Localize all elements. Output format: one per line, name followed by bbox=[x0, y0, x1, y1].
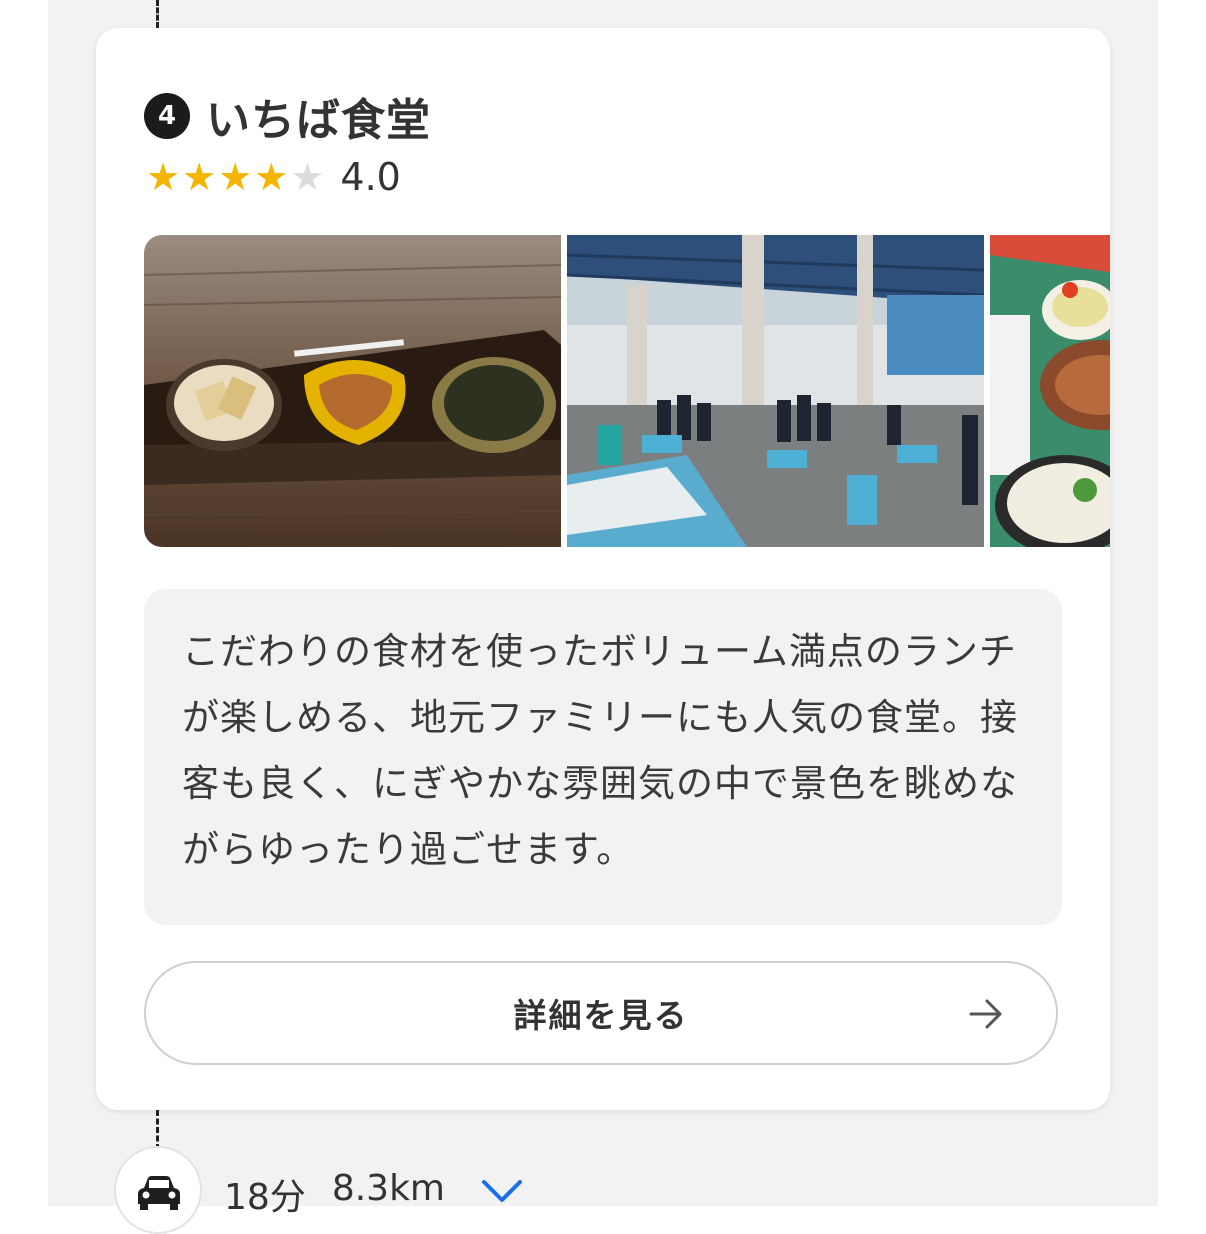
timeline-connector bbox=[156, 1110, 159, 1150]
star-icon: ★ bbox=[218, 155, 253, 199]
description-text: こだわりの食材を使ったボリューム満点のランチが楽しめる、地元ファミリーにも人気の… bbox=[182, 630, 1018, 871]
star-rating: ★ ★ ★ ★ ★ bbox=[146, 154, 326, 200]
star-icon: ★ bbox=[146, 155, 181, 199]
rating: ★ ★ ★ ★ ★ 4.0 bbox=[146, 154, 401, 200]
photo-set-meal[interactable] bbox=[990, 235, 1110, 547]
rating-value: 4.0 bbox=[340, 155, 401, 199]
photo-fish-market[interactable] bbox=[567, 235, 984, 547]
description-box: こだわりの食材を使ったボリューム満点のランチが楽しめる、地元ファミリーにも人気の… bbox=[144, 589, 1062, 925]
car-icon bbox=[136, 1174, 182, 1214]
photo-gallery[interactable] bbox=[144, 235, 1110, 547]
star-empty-icon: ★ bbox=[290, 155, 325, 199]
photo-side-dishes[interactable] bbox=[144, 235, 561, 547]
timeline-connector bbox=[156, 0, 159, 28]
view-details-button[interactable]: 詳細を見る bbox=[144, 961, 1058, 1065]
star-icon: ★ bbox=[254, 155, 289, 199]
star-icon: ★ bbox=[182, 155, 217, 199]
spot-number-badge: 4 bbox=[144, 93, 190, 139]
car-mode-icon-circle bbox=[114, 1146, 202, 1234]
view-details-label: 詳細を見る bbox=[513, 996, 689, 1035]
spot-title[interactable]: いちば食堂 bbox=[206, 84, 431, 148]
spot-card: 4 いちば食堂 ★ ★ ★ ★ ★ 4.0 こだわりの食材を使ったボリューム満点… bbox=[96, 28, 1110, 1110]
travel-distance: 8.3km bbox=[331, 1168, 445, 1209]
arrow-right-icon bbox=[968, 997, 1004, 1035]
spot-header: 4 いちば食堂 bbox=[144, 84, 431, 148]
chevron-down-icon[interactable] bbox=[480, 1176, 524, 1210]
travel-time: 18分 bbox=[224, 1177, 306, 1218]
travel-info: 18分 8.3km bbox=[224, 1168, 445, 1220]
